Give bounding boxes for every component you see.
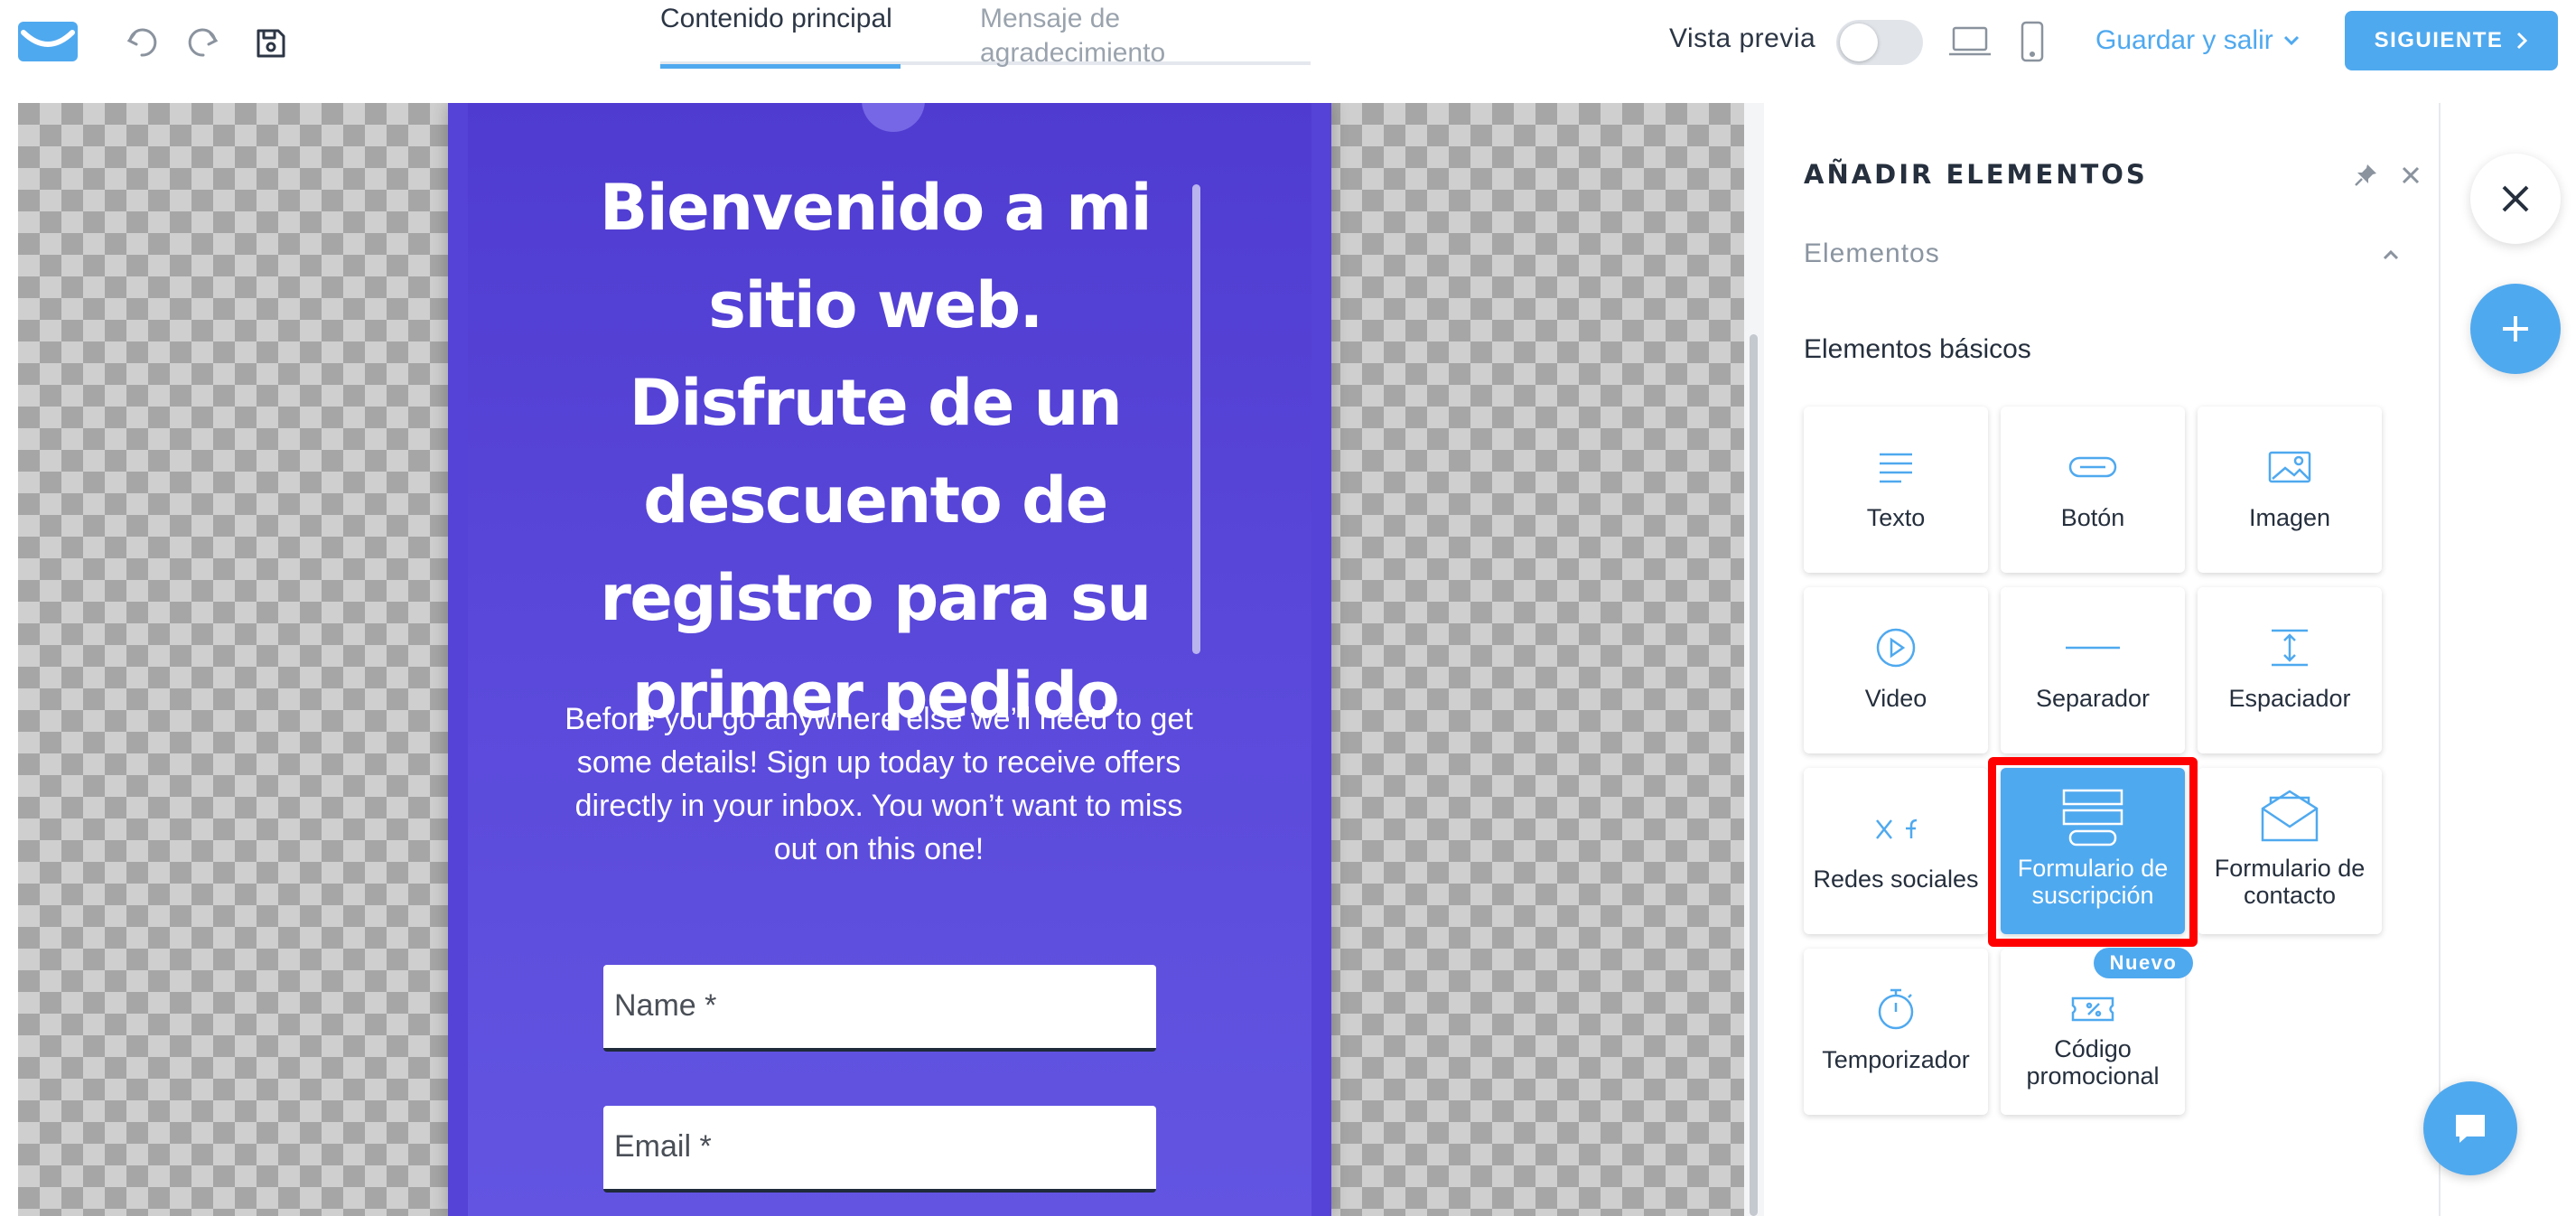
name-field[interactable]: Name * bbox=[603, 965, 1156, 1052]
video-play-icon bbox=[1804, 627, 1988, 669]
text-icon bbox=[1804, 446, 1988, 488]
close-icon[interactable] bbox=[2398, 163, 2423, 188]
save-and-exit-menu[interactable]: Guardar y salir bbox=[2095, 25, 2301, 56]
close-icon bbox=[2498, 182, 2533, 216]
tile-social[interactable]: Redes sociales bbox=[1804, 768, 1988, 934]
popup-headline[interactable]: Bienvenido a mi sitio web. Disfrute de u… bbox=[564, 159, 1187, 744]
email-field[interactable]: Email * bbox=[603, 1106, 1156, 1193]
tab-bar: Contenido principal Mensaje de agradecim… bbox=[660, 0, 1311, 69]
tile-timer[interactable]: Temporizador bbox=[1804, 949, 1988, 1115]
chat-button[interactable] bbox=[2423, 1081, 2517, 1175]
social-x-facebook-icon bbox=[1804, 808, 1988, 849]
preview-toggle[interactable] bbox=[1836, 20, 1923, 65]
panel-title: AÑADIR ELEMENTOS bbox=[1804, 159, 2148, 190]
pin-icon[interactable] bbox=[2351, 161, 2380, 190]
toggle-knob bbox=[1840, 23, 1878, 61]
tile-video[interactable]: Video bbox=[1804, 587, 1988, 753]
tile-label: Botón bbox=[2060, 504, 2125, 531]
tile-separator[interactable]: Separador bbox=[2001, 587, 2185, 753]
popup-top-handle[interactable] bbox=[862, 103, 925, 132]
group-label: Elementos básicos bbox=[1804, 334, 2031, 364]
separator-icon bbox=[2001, 627, 2185, 669]
editor-canvas: Bienvenido a mi sitio web. Disfrute de u… bbox=[18, 103, 1744, 1216]
spacer-icon bbox=[2198, 627, 2382, 669]
top-bar: Contenido principal Mensaje de agradecim… bbox=[0, 0, 2576, 103]
popup-body-text[interactable]: Before you go anywhere else we’ll need t… bbox=[564, 697, 1194, 871]
tile-label: Formulario de contacto bbox=[2214, 855, 2366, 909]
canvas-scrollbar[interactable] bbox=[1744, 103, 1764, 1216]
getresponse-logo-icon[interactable] bbox=[16, 20, 79, 63]
tile-label: Separador bbox=[2035, 685, 2151, 712]
chevron-down-icon bbox=[2282, 34, 2301, 47]
chevron-up-icon[interactable] bbox=[2378, 242, 2403, 267]
popup-content[interactable]: Bienvenido a mi sitio web. Disfrute de u… bbox=[468, 103, 1311, 1216]
stopwatch-icon bbox=[1804, 988, 1988, 1030]
section-label[interactable]: Elementos bbox=[1804, 239, 1940, 269]
tile-image[interactable]: Imagen bbox=[2198, 407, 2382, 573]
new-badge: Nuevo bbox=[2094, 948, 2193, 978]
preview-label: Vista previa bbox=[1669, 23, 1816, 53]
button-icon bbox=[2001, 446, 2185, 488]
plus-icon bbox=[2498, 312, 2533, 346]
tile-button[interactable]: Botón bbox=[2001, 407, 2185, 573]
tile-label: Temporizador bbox=[1822, 1046, 1970, 1073]
headline-scrollbar[interactable] bbox=[1192, 184, 1200, 654]
chat-bubble-icon bbox=[2452, 1111, 2488, 1146]
promo-ticket-icon bbox=[2001, 988, 2185, 1030]
tile-label: Imagen bbox=[2248, 504, 2331, 531]
add-element-button[interactable] bbox=[2470, 284, 2561, 374]
tile-label: Redes sociales bbox=[1813, 865, 1979, 893]
panel-divider bbox=[2439, 103, 2441, 1216]
close-panel-button[interactable] bbox=[2470, 154, 2561, 244]
tile-label: Video bbox=[1864, 685, 1927, 712]
tab-main-content[interactable]: Contenido principal bbox=[660, 0, 901, 69]
next-button-label: SIGUIENTE bbox=[2374, 28, 2504, 52]
tile-text[interactable]: Texto bbox=[1804, 407, 1988, 573]
tab-thank-you-message[interactable]: Mensaje de agradecimiento bbox=[980, 0, 1311, 68]
tile-label: Código promocional bbox=[2026, 1035, 2160, 1090]
canvas-scrollbar-thumb[interactable] bbox=[1750, 334, 1758, 1216]
popup-frame[interactable]: Bienvenido a mi sitio web. Disfrute de u… bbox=[448, 103, 1331, 1216]
chevron-right-icon bbox=[2515, 31, 2528, 51]
redo-icon[interactable] bbox=[182, 22, 224, 63]
tile-label: Texto bbox=[1866, 504, 1926, 531]
selection-highlight bbox=[1988, 757, 2198, 947]
save-and-exit-label: Guardar y salir bbox=[2095, 25, 2273, 55]
floppy-save-icon[interactable] bbox=[251, 23, 291, 63]
desktop-view-icon[interactable] bbox=[1947, 23, 1993, 60]
mobile-view-icon[interactable] bbox=[2018, 20, 2047, 63]
undo-icon[interactable] bbox=[121, 22, 163, 63]
add-elements-panel: AÑADIR ELEMENTOS Elementos Elementos bás… bbox=[1764, 103, 2440, 1216]
tile-label: Espaciador bbox=[2228, 685, 2351, 712]
envelope-icon bbox=[2198, 790, 2382, 842]
next-button[interactable]: SIGUIENTE bbox=[2345, 11, 2558, 70]
image-icon bbox=[2198, 446, 2382, 488]
tile-contact-form[interactable]: Formulario de contacto bbox=[2198, 768, 2382, 934]
tile-spacer[interactable]: Espaciador bbox=[2198, 587, 2382, 753]
